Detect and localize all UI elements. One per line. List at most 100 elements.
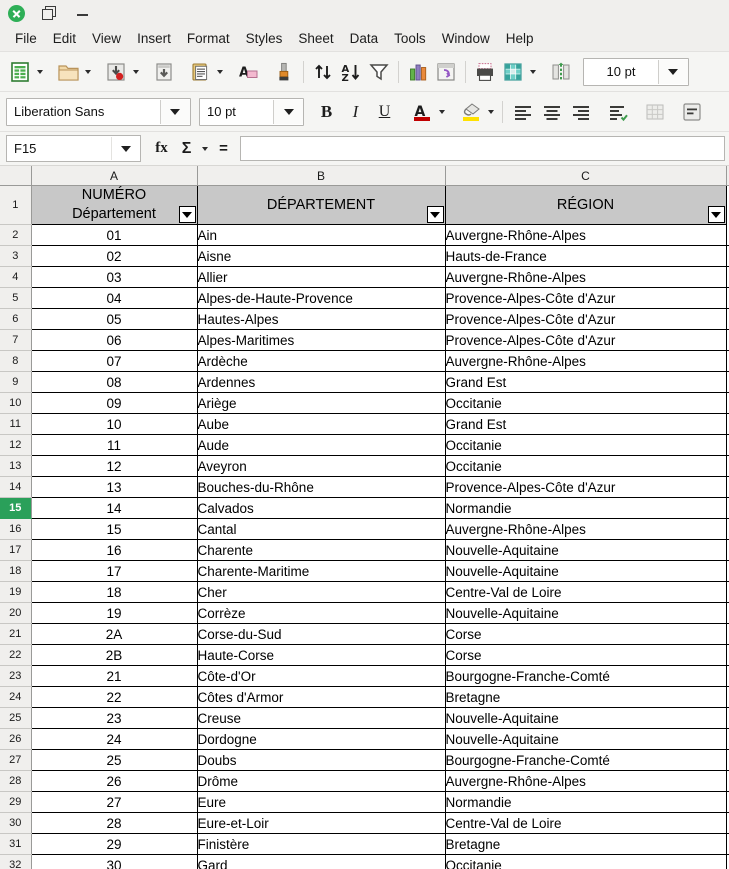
cell-c31[interactable]: Bretagne [445,833,727,855]
highlight-color-dropdown-icon[interactable] [485,98,497,126]
cell-c11[interactable]: Grand Est [445,413,727,435]
cell-b31[interactable]: Finistère [197,833,446,855]
menu-item-window[interactable]: Window [434,29,498,48]
font-name-combo[interactable]: Liberation Sans [6,97,191,126]
maximize-window-icon[interactable] [42,6,56,20]
select-all-corner[interactable] [0,166,32,186]
cell-c9[interactable]: Grand Est [445,371,727,393]
cell-a26[interactable]: 24 [30,728,198,750]
cell-c6[interactable]: Provence-Alpes-Côte d'Azur [445,308,727,330]
row-header-7[interactable]: 7 [0,329,32,351]
borders-dropdown-icon[interactable] [527,58,539,86]
cell-a32[interactable]: 30 [30,854,198,869]
cell-a3[interactable]: 02 [30,245,198,267]
paste-dropdown-icon[interactable] [214,58,226,86]
cell-a27[interactable]: 25 [30,749,198,771]
row-header-5[interactable]: 5 [0,287,32,309]
row-header-16[interactable]: 16 [0,518,32,540]
menu-item-tools[interactable]: Tools [386,29,434,48]
row-header-32[interactable]: 32 [0,854,32,869]
highlight-color-icon[interactable] [456,98,485,125]
close-window-icon[interactable] [8,4,25,22]
cell-b7[interactable]: Alpes-Maritimes [197,329,446,351]
cell-a30[interactable]: 28 [30,812,198,834]
toolbar-font-size-combo[interactable]: 10 pt [583,57,689,86]
cell-b16[interactable]: Cantal [197,518,446,540]
pivot-table-icon[interactable] [432,58,460,86]
row-header-15[interactable]: 15 [0,497,32,519]
row-header-6[interactable]: 6 [0,308,32,330]
row-header-8[interactable]: 8 [0,350,32,372]
menu-item-help[interactable]: Help [498,29,542,48]
font-size-dropdown-icon[interactable] [273,99,303,124]
merge-cells-icon[interactable] [640,98,669,125]
row-header-23[interactable]: 23 [0,665,32,687]
insert-column-icon[interactable] [547,58,575,86]
row-header-14[interactable]: 14 [0,476,32,498]
formula-icon[interactable]: = [211,136,236,162]
cell-c22[interactable]: Corse [445,644,727,666]
cell-c24[interactable]: Bretagne [445,686,727,708]
row-header-27[interactable]: 27 [0,749,32,771]
align-center-icon[interactable] [537,98,566,125]
sum-dropdown-icon[interactable] [199,136,211,162]
minimize-window-icon[interactable] [76,6,90,20]
font-size-combo[interactable]: 10 pt [199,97,304,126]
cell-b11[interactable]: Aube [197,413,446,435]
clone-formatting-icon[interactable]: A [234,58,262,86]
cell-a9[interactable]: 08 [30,371,198,393]
cell-b13[interactable]: Aveyron [197,455,446,477]
cell-b8[interactable]: Ardèche [197,350,446,372]
cell-a19[interactable]: 18 [30,581,198,603]
cell-b10[interactable]: Ariège [197,392,446,414]
cell-c15[interactable]: Normandie [445,497,727,519]
row-header-13[interactable]: 13 [0,455,32,477]
cell-a7[interactable]: 06 [30,329,198,351]
name-box-dropdown-icon[interactable] [111,137,140,160]
cell-a20[interactable]: 19 [30,602,198,624]
menu-item-view[interactable]: View [84,29,129,48]
row-header-26[interactable]: 26 [0,728,32,750]
menu-item-sheet[interactable]: Sheet [290,29,341,48]
cell-b9[interactable]: Ardennes [197,371,446,393]
borders-icon[interactable] [499,58,527,86]
row-header-31[interactable]: 31 [0,833,32,855]
cell-a16[interactable]: 15 [30,518,198,540]
cell-c30[interactable]: Centre-Val de Loire [445,812,727,834]
row-header-12[interactable]: 12 [0,434,32,456]
header-cell-region[interactable]: RÉGION [445,185,727,225]
cell-c14[interactable]: Provence-Alpes-Côte d'Azur [445,476,727,498]
export-pdf-icon[interactable] [150,58,178,86]
cell-a11[interactable]: 10 [30,413,198,435]
font-color-dropdown-icon[interactable] [436,98,448,126]
cell-b24[interactable]: Côtes d'Armor [197,686,446,708]
row-header-18[interactable]: 18 [0,560,32,582]
cell-b32[interactable]: Gard [197,854,446,869]
row-header-19[interactable]: 19 [0,581,32,603]
cell-a8[interactable]: 07 [30,350,198,372]
cell-a21[interactable]: 2A [30,623,198,645]
row-header-2[interactable]: 2 [0,224,32,246]
cell-a29[interactable]: 27 [30,791,198,813]
cell-a28[interactable]: 26 [30,770,198,792]
sum-icon[interactable]: Σ [174,136,199,162]
cell-b5[interactable]: Alpes-de-Haute-Provence [197,287,446,309]
cell-b12[interactable]: Aude [197,434,446,456]
new-document-icon[interactable] [6,58,34,86]
cell-c5[interactable]: Provence-Alpes-Côte d'Azur [445,287,727,309]
cell-b25[interactable]: Creuse [197,707,446,729]
cell-c2[interactable]: Auvergne-Rhône-Alpes [445,224,727,246]
cell-b3[interactable]: Aisne [197,245,446,267]
cell-a24[interactable]: 22 [30,686,198,708]
menu-item-data[interactable]: Data [342,29,387,48]
cell-a31[interactable]: 29 [30,833,198,855]
cell-b6[interactable]: Hautes-Alpes [197,308,446,330]
font-color-icon[interactable]: A [407,98,436,125]
cell-b14[interactable]: Bouches-du-Rhône [197,476,446,498]
cell-c19[interactable]: Centre-Val de Loire [445,581,727,603]
cell-b20[interactable]: Corrèze [197,602,446,624]
autofilter-dropdown-icon-a[interactable] [178,206,196,223]
font-name-dropdown-icon[interactable] [159,99,190,124]
insert-chart-icon[interactable] [404,58,432,86]
cell-b15[interactable]: Calvados [197,497,446,519]
